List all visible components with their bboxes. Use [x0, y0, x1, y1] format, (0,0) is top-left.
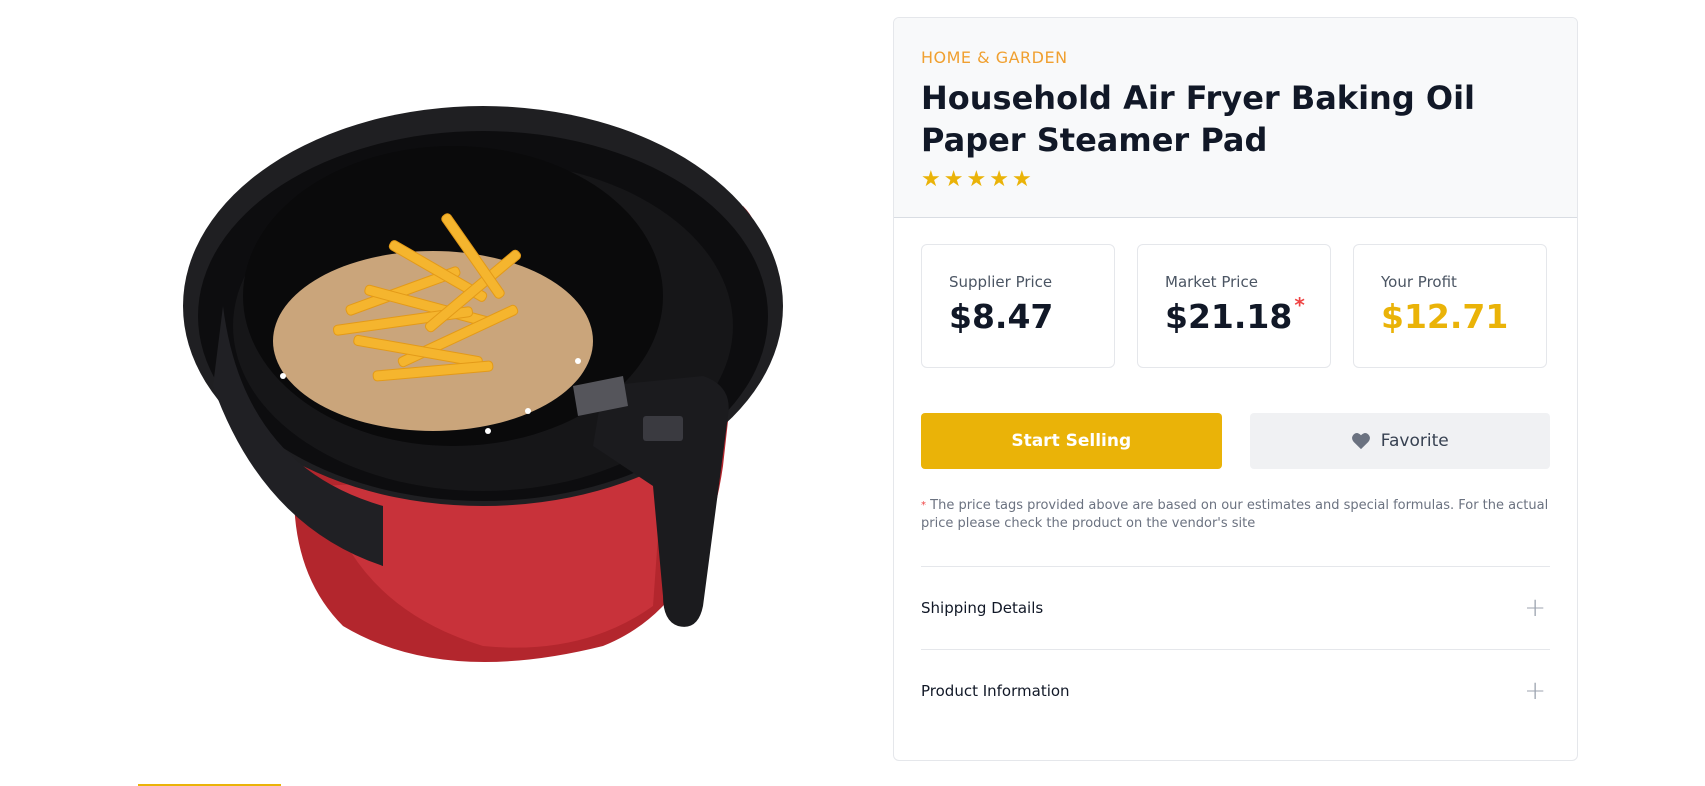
- plus-icon[interactable]: +: [1524, 676, 1546, 706]
- disclaimer-text: The price tags provided above are based …: [921, 498, 1549, 531]
- supplier-price-box: Supplier Price $8.47: [921, 244, 1115, 368]
- accordion-shipping-details[interactable]: Shipping Details +: [921, 566, 1550, 649]
- star-icon: ★: [966, 167, 988, 192]
- action-buttons: Start Selling Favorite: [921, 413, 1550, 469]
- product-header: HOME & GARDEN Household Air Fryer Baking…: [894, 18, 1577, 218]
- market-price-box: Market Price $21.18 *: [1137, 244, 1331, 368]
- favorite-label: Favorite: [1380, 431, 1449, 451]
- disclaimer-asterisk: *: [921, 500, 926, 511]
- price-disclaimer: * The price tags provided above are base…: [921, 497, 1550, 533]
- star-icon: ★: [943, 167, 965, 192]
- accordion-label: Product Information: [921, 682, 1070, 700]
- market-price-asterisk: *: [1294, 293, 1305, 317]
- rating-stars: ★★★★★: [921, 167, 1550, 192]
- profit-value: $12.71: [1381, 297, 1509, 336]
- accordion-product-information[interactable]: Product Information +: [921, 649, 1550, 732]
- star-icon: ★: [989, 167, 1010, 192]
- heart-icon: [1351, 432, 1371, 450]
- supplier-price-value: $8.47: [949, 297, 1054, 336]
- details-accordion: Shipping Details + Product Information +: [921, 566, 1550, 732]
- plus-icon[interactable]: +: [1524, 593, 1546, 623]
- product-image: [183, 86, 783, 686]
- market-price-label: Market Price: [1165, 273, 1258, 291]
- product-card: HOME & GARDEN Household Air Fryer Baking…: [893, 17, 1578, 761]
- accordion-label: Shipping Details: [921, 599, 1044, 617]
- price-summary: Supplier Price $8.47 Market Price $21.18…: [921, 244, 1550, 368]
- profit-label: Your Profit: [1381, 273, 1457, 291]
- profit-box: Your Profit $12.71: [1353, 244, 1547, 368]
- supplier-price-label: Supplier Price: [949, 273, 1053, 291]
- product-category[interactable]: HOME & GARDEN: [921, 48, 1550, 67]
- start-selling-button[interactable]: Start Selling: [921, 413, 1222, 469]
- market-price-value: $21.18: [1165, 297, 1293, 336]
- star-icon: ★: [1011, 167, 1033, 192]
- star-icon: ★: [921, 167, 942, 192]
- market-price-value-wrap: $21.18 *: [1165, 293, 1330, 336]
- product-title: Household Air Fryer Baking Oil Paper Ste…: [921, 79, 1476, 159]
- favorite-button[interactable]: Favorite: [1249, 413, 1550, 469]
